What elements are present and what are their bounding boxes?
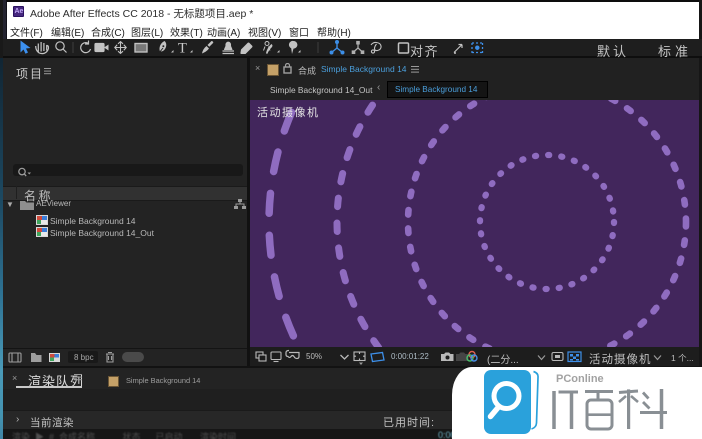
svg-text:T: T [178,41,187,57]
